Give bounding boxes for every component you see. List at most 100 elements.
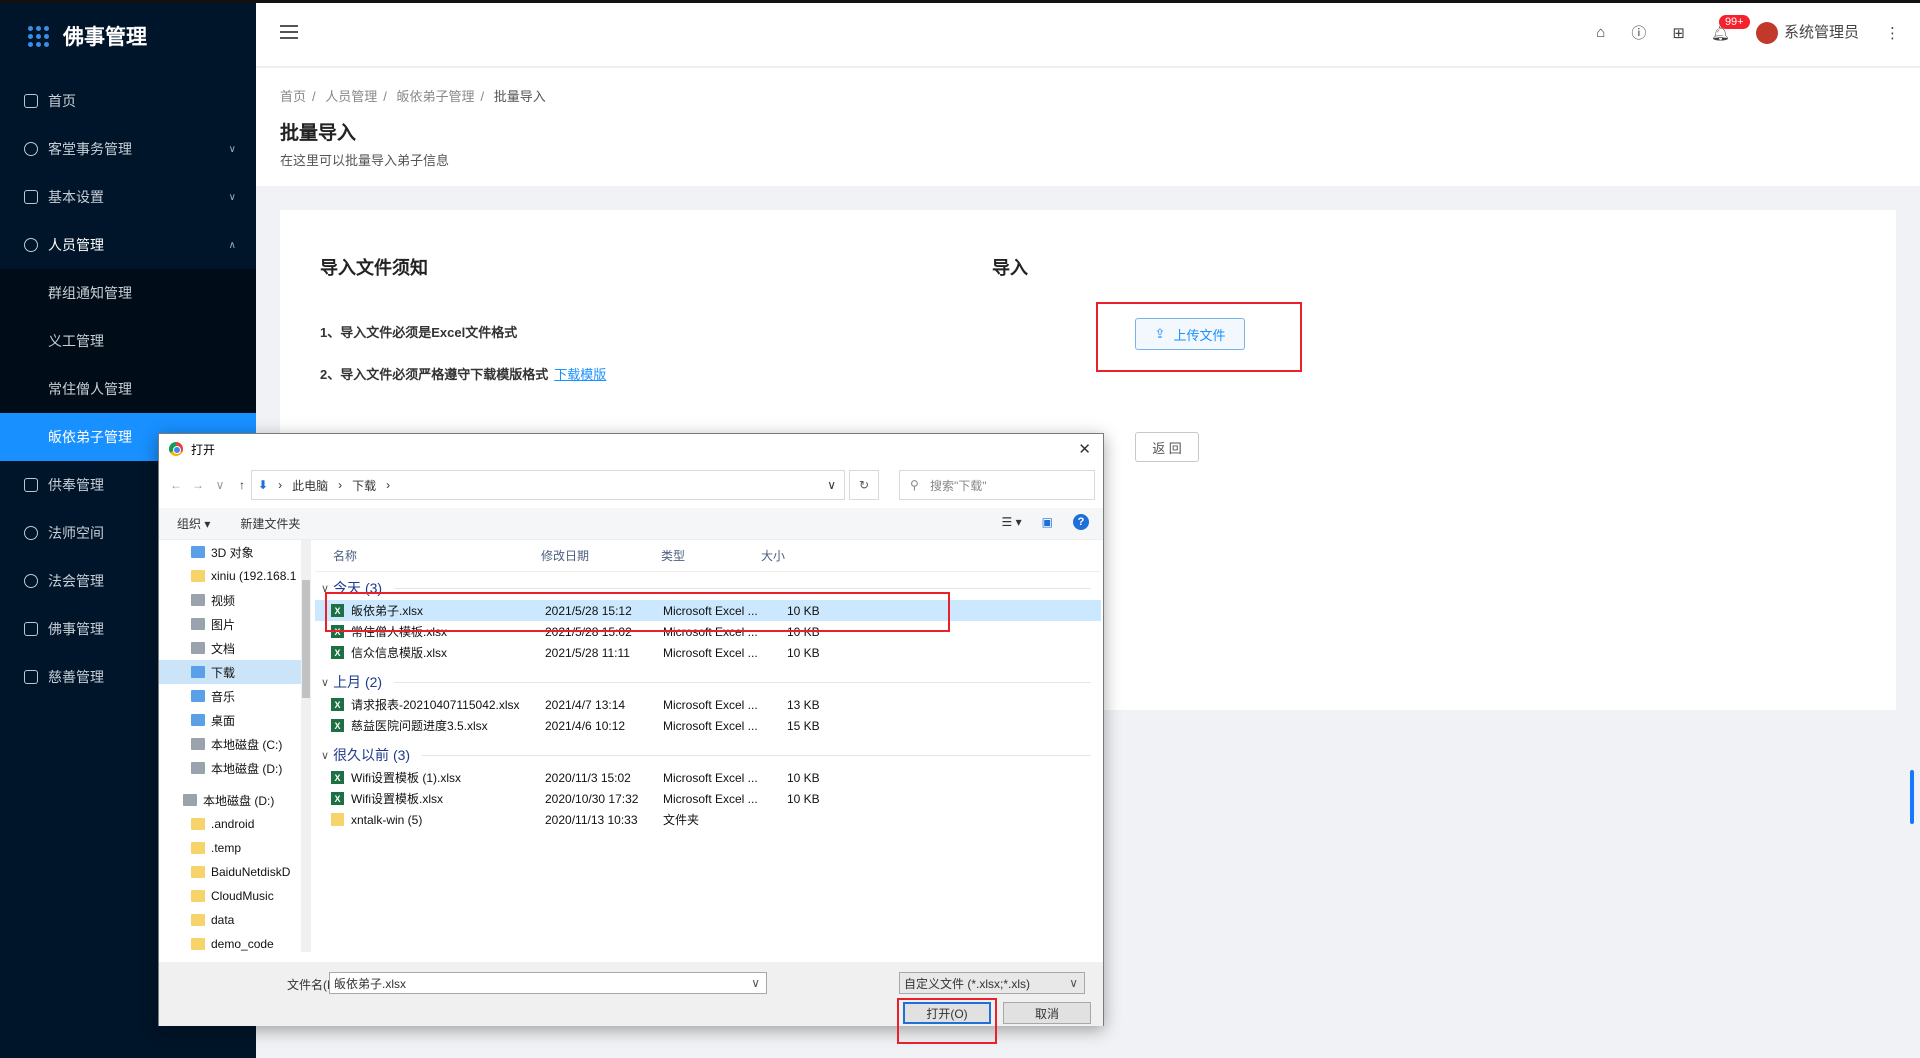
sidebar-item-basic-settings[interactable]: 基本设置 ∨ — [0, 173, 256, 221]
nav-tree-item[interactable]: data — [159, 908, 311, 932]
apps-icon[interactable]: ⊞ — [1672, 24, 1685, 42]
edit-icon — [24, 670, 38, 684]
nav-tree-item[interactable]: BaiduNetdiskD — [159, 860, 311, 884]
file-group-header[interactable]: ∨ 上月 (2) — [321, 672, 1091, 692]
nav-tree-item[interactable]: 本地磁盘 (D:) — [159, 756, 311, 780]
chevron-right-icon: › — [338, 478, 343, 492]
recent-dropdown-icon[interactable]: ∨ — [209, 478, 231, 492]
breadcrumb-personnel[interactable]: 人员管理 — [325, 89, 377, 104]
sidebar-item-resident-monks[interactable]: 常住僧人管理 — [0, 365, 256, 413]
column-type[interactable]: 类型 — [661, 547, 685, 564]
nav-tree-item[interactable]: CloudMusic — [159, 884, 311, 908]
top-header: ⌂ ⓘ ⊞ 🔔︎ 99+ 系统管理员 ⋮ — [256, 3, 1920, 67]
file-row[interactable]: xntalk-win (5) 2020/11/13 10:33 文件夹 — [315, 809, 1101, 830]
help-icon[interactable]: ? — [1073, 514, 1089, 530]
breadcrumb-home[interactable]: 首页 — [280, 89, 306, 104]
file-size: 15 KB — [787, 718, 820, 733]
search-input[interactable]: ⚲ 搜索"下载" — [899, 470, 1095, 500]
nav-tree-item[interactable]: 文档 — [159, 636, 311, 660]
app-logo[interactable]: 佛事管理 — [0, 3, 256, 69]
nav-tree-item[interactable]: 本地磁盘 (C:) — [159, 732, 311, 756]
cube-icon — [191, 546, 205, 558]
download-template-link[interactable]: 下载模版 — [554, 367, 606, 382]
nav-tree-label: 桌面 — [211, 713, 236, 728]
nav-tree-item[interactable]: 下载 — [159, 660, 311, 684]
nav-tree-item[interactable]: xiniu (192.168.1 — [159, 564, 311, 588]
view-options-icon[interactable]: ☰ ▾ — [1002, 515, 1022, 529]
chevron-down-icon[interactable]: ∨ — [751, 976, 760, 990]
close-icon[interactable]: ✕ — [1078, 440, 1091, 458]
nav-tree-item[interactable]: 桌面 — [159, 708, 311, 732]
selected-file-highlight — [325, 592, 950, 632]
nav-tree-label: 图片 — [211, 617, 236, 632]
breadcrumb-disciples[interactable]: 皈依弟子管理 — [397, 89, 475, 104]
file-row[interactable]: X 慈益医院问题进度3.5.xlsx 2021/4/6 10:12 Microsoft… — [315, 715, 1101, 736]
file-name: Wifi设置模板.xlsx — [351, 792, 443, 806]
file-group-label: 很久以前 (3) — [333, 747, 411, 763]
avatar — [1755, 22, 1778, 45]
refresh-icon[interactable]: ↻ — [849, 470, 879, 500]
nav-tree-label: .temp — [211, 841, 242, 855]
sidebar-item-label: 人员管理 — [48, 237, 104, 253]
nav-tree-item[interactable]: .android — [159, 812, 311, 836]
sidebar-item-volunteers[interactable]: 义工管理 — [0, 317, 256, 365]
organize-button[interactable]: 组织 ▾ — [177, 515, 210, 532]
upload-button[interactable]: ⇪ 上传文件 — [1135, 318, 1245, 350]
nav-tree-label: 本地磁盘 (C:) — [211, 737, 283, 752]
help-icon[interactable]: ⓘ — [1631, 22, 1646, 43]
more-vertical-icon[interactable]: ⋮ — [1885, 24, 1900, 42]
column-size[interactable]: 大小 — [761, 547, 785, 564]
file-row[interactable]: X 请求报表-20210407115042.xlsx 2021/4/7 13:14 M… — [315, 694, 1101, 715]
path-downloads[interactable]: 下载 — [352, 477, 376, 494]
sidebar-item-home[interactable]: 首页 — [0, 77, 256, 125]
sidebar-item-group-notify[interactable]: 群组通知管理 — [0, 269, 256, 317]
path-this-pc[interactable]: 此电脑 — [292, 477, 328, 494]
path-breadcrumb[interactable]: ⬇ › 此电脑 › 下载 › ∨ — [251, 470, 845, 500]
nav-tree-item[interactable]: 视频 — [159, 588, 311, 612]
nav-tree-scrollbar[interactable] — [301, 540, 311, 952]
grid-logo-icon — [28, 25, 49, 47]
filetype-select[interactable]: 自定义文件 (*.xlsx;*.xls) ∨ — [899, 972, 1085, 994]
sidebar-item-hall-affairs[interactable]: 客堂事务管理 ∨ — [0, 125, 256, 173]
preview-pane-icon[interactable]: ▣ — [1042, 515, 1053, 529]
chevron-down-icon[interactable]: ∨ — [827, 478, 836, 492]
user-menu[interactable]: 系统管理员 — [1755, 21, 1859, 45]
folder-icon — [191, 818, 205, 830]
nav-tree-item[interactable]: .temp — [159, 836, 311, 860]
drive-icon — [191, 762, 205, 774]
menu-fold-icon[interactable] — [280, 25, 298, 43]
forward-arrow-icon[interactable]: → — [187, 478, 209, 492]
column-name[interactable]: 名称 — [333, 547, 357, 564]
nav-tree-item[interactable]: 本地磁盘 (D:) — [159, 788, 311, 812]
new-folder-button[interactable]: 新建文件夹 — [240, 515, 300, 532]
excel-file-icon: X — [331, 719, 344, 732]
excel-file-icon: X — [331, 646, 344, 659]
up-arrow-icon[interactable]: ↑ — [231, 478, 253, 492]
column-modified[interactable]: 修改日期 — [541, 547, 589, 564]
file-row[interactable]: X 信众信息模版.xlsx 2021/5/28 11:11 Microsoft Exc… — [315, 642, 1101, 663]
file-row[interactable]: X Wifi设置模板.xlsx 2020/10/30 17:32 Microsoft … — [315, 788, 1101, 809]
network-drive-icon — [191, 570, 205, 582]
excel-file-icon: X — [331, 698, 344, 711]
file-size: 10 KB — [787, 770, 820, 785]
nav-tree-item[interactable]: demo_code — [159, 932, 311, 954]
table-icon — [24, 478, 38, 492]
page-scrollbar[interactable] — [1910, 770, 1914, 824]
open-button[interactable]: 打开(O) — [903, 1002, 991, 1024]
back-button[interactable]: 返 回 — [1135, 432, 1199, 462]
cancel-button[interactable]: 取消 — [1003, 1002, 1091, 1024]
file-group-header[interactable]: ∨ 很久以前 (3) — [321, 745, 1091, 765]
sidebar-item-personnel[interactable]: 人员管理 ∧ — [0, 221, 256, 269]
home-icon[interactable]: ⌂ — [1596, 24, 1605, 41]
file-date: 2020/10/30 17:32 — [545, 791, 639, 806]
nav-tree-item[interactable]: 音乐 — [159, 684, 311, 708]
nav-tree-item[interactable]: 图片 — [159, 612, 311, 636]
back-arrow-icon[interactable]: ← — [165, 478, 187, 492]
bell-icon[interactable]: 🔔︎ 99+ — [1711, 14, 1750, 42]
nav-tree-label: 本地磁盘 (D:) — [203, 793, 275, 808]
nav-tree-item[interactable]: 3D 对象 — [159, 540, 311, 564]
chevron-up-icon: ∧ — [228, 239, 236, 251]
user-name: 系统管理员 — [1783, 24, 1859, 41]
file-row[interactable]: X Wifi设置模板 (1).xlsx 2020/11/3 15:02 Microso… — [315, 767, 1101, 788]
filename-input[interactable]: 皈依弟子.xlsx ∨ — [329, 972, 767, 994]
